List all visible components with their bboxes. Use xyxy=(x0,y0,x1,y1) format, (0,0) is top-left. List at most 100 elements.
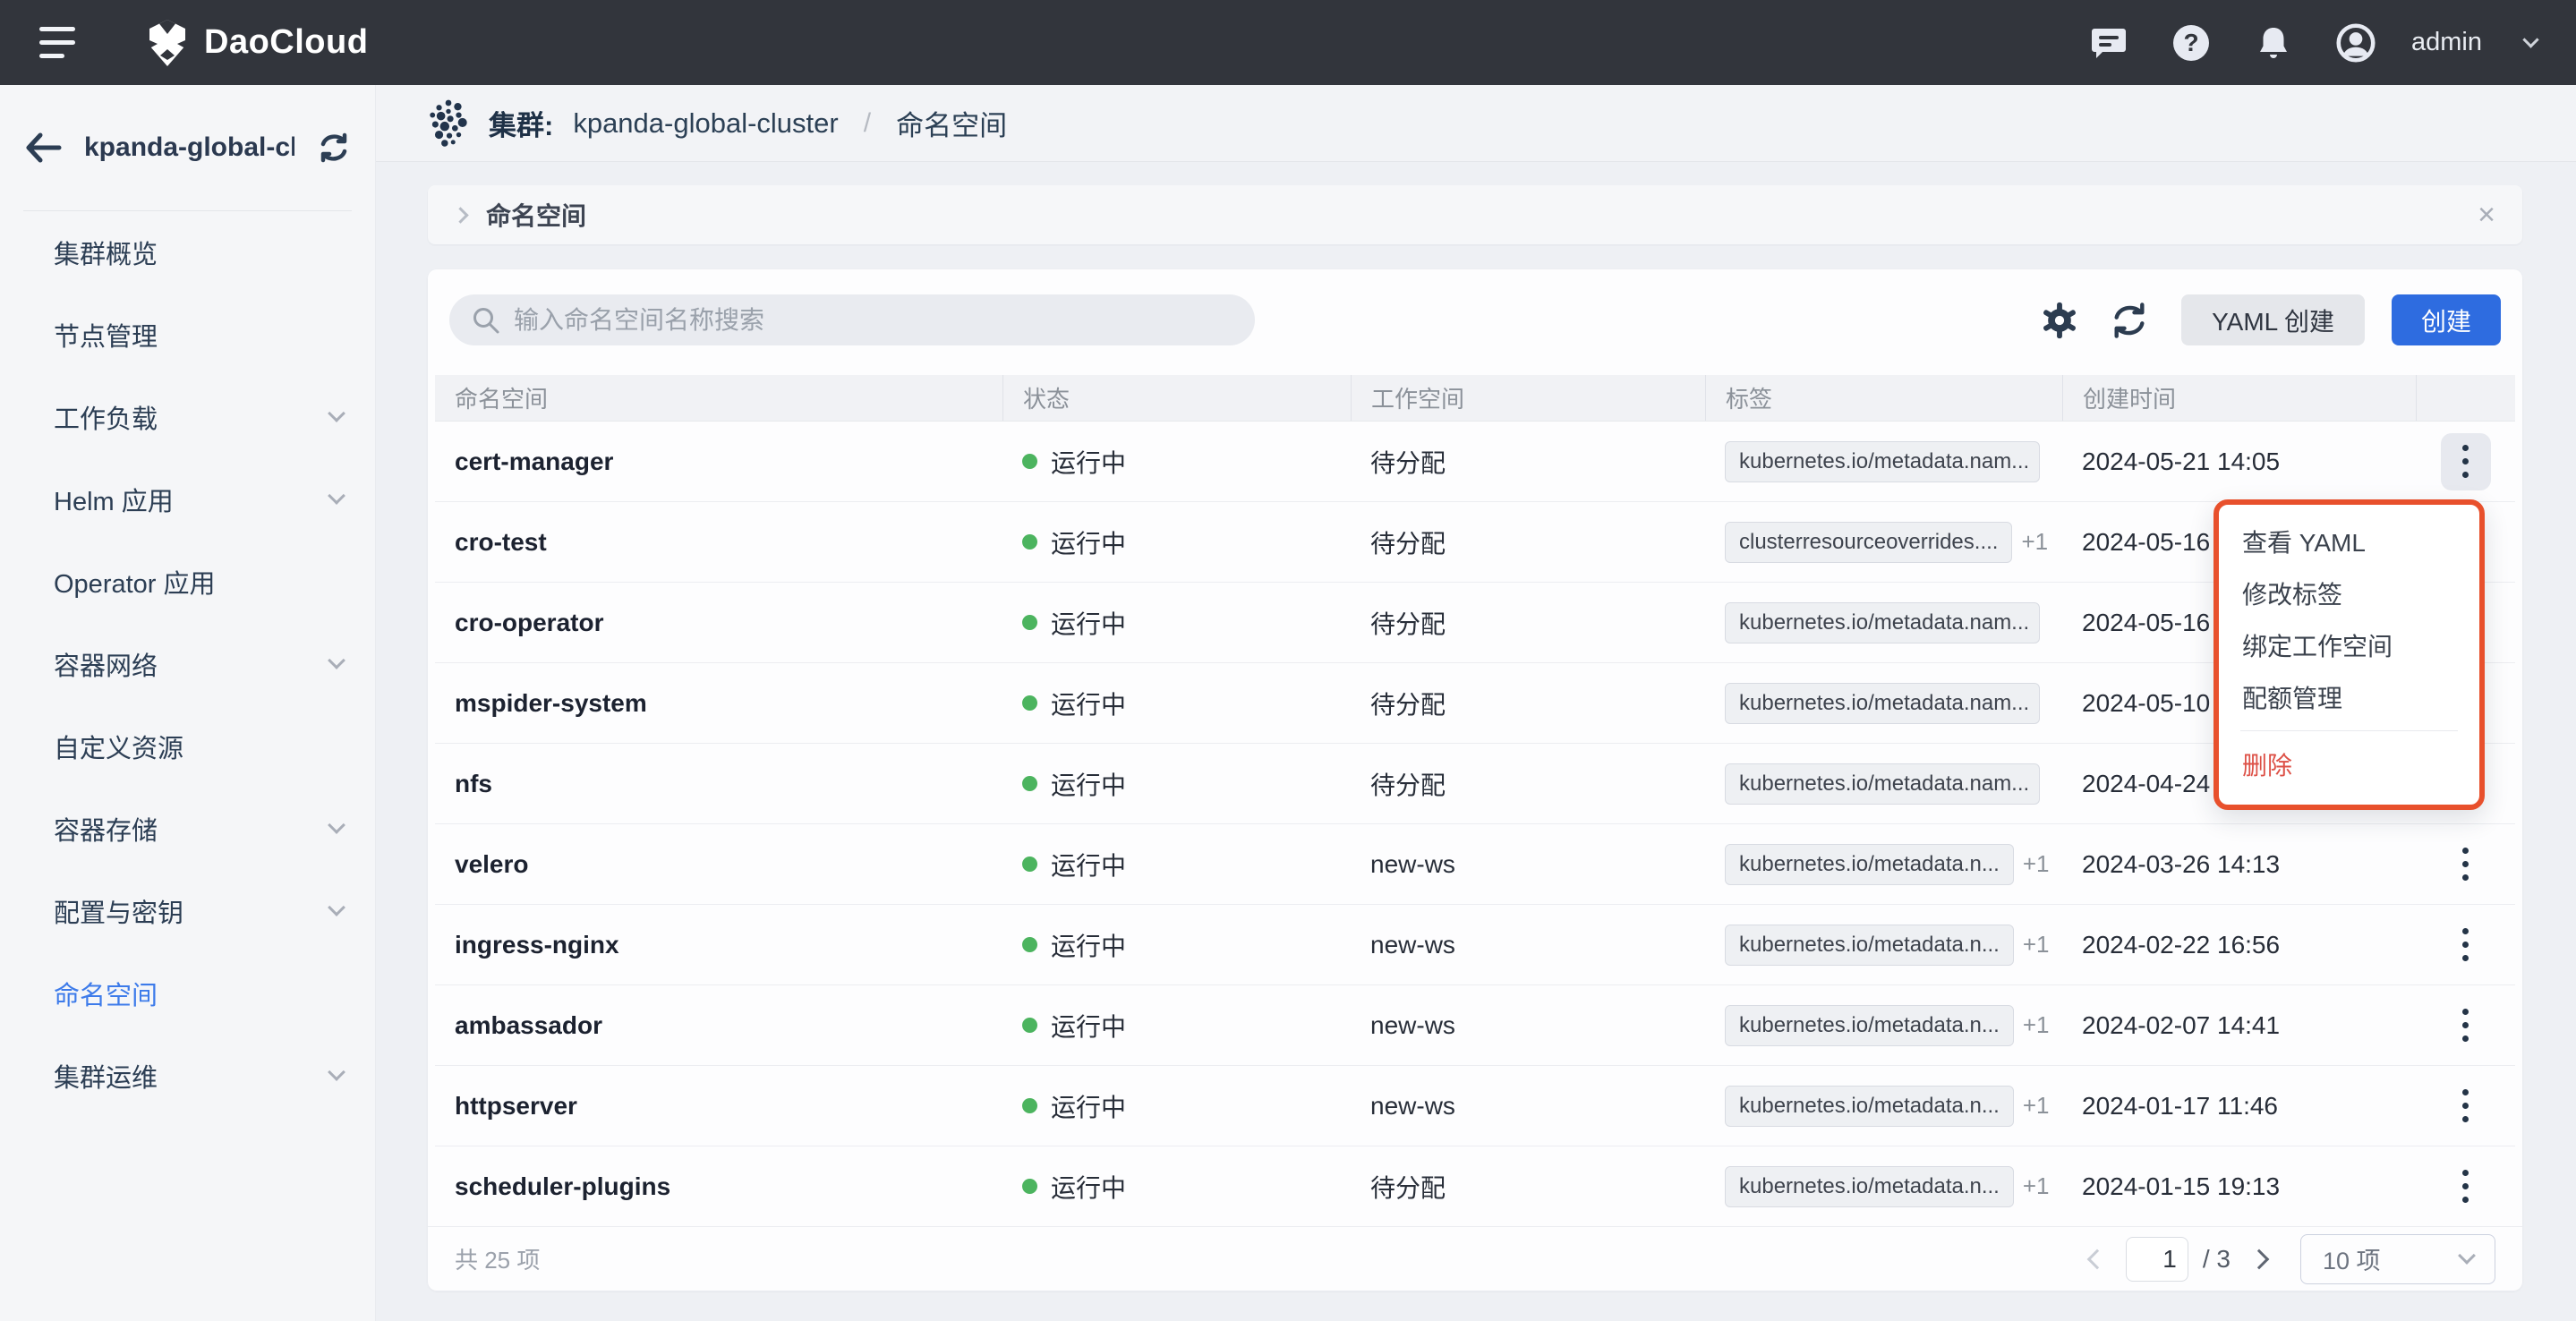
context-menu-delete-item[interactable]: 删除 xyxy=(2219,738,2479,790)
table-row: ingress-nginx 运行中 new-ws kubernetes.io/m… xyxy=(435,904,2515,984)
namespace-name[interactable]: cro-test xyxy=(455,528,547,557)
namespace-panel-header: 命名空间 × xyxy=(428,185,2522,244)
sidebar-item[interactable]: 配置与密钥 xyxy=(0,870,375,952)
row-context-menu: 查看 YAML修改标签绑定工作空间配额管理删除 xyxy=(2213,499,2485,810)
row-actions-kebab-icon[interactable] xyxy=(2441,916,2491,974)
breadcrumb-current: 命名空间 xyxy=(896,103,1007,143)
collapse-chevron-icon[interactable] xyxy=(452,207,468,223)
row-actions-kebab-icon[interactable] xyxy=(2441,997,2491,1054)
table-row: cro-operator 运行中 待分配 kubernetes.io/metad… xyxy=(435,582,2515,662)
sidebar-item[interactable]: 容器网络 xyxy=(0,623,375,705)
brand[interactable]: DaoCloud xyxy=(145,19,368,67)
back-arrow-icon[interactable] xyxy=(25,132,63,163)
sidebar-item[interactable]: 自定义资源 xyxy=(0,705,375,788)
chevron-down-icon xyxy=(328,1063,345,1081)
created-time: 2024-05-16 xyxy=(2082,609,2210,637)
workspace-text: new-ws xyxy=(1370,1011,1455,1040)
status-dot-icon xyxy=(1022,857,1037,872)
row-actions-kebab-icon[interactable] xyxy=(2441,433,2491,490)
row-actions-kebab-icon[interactable] xyxy=(2441,836,2491,893)
status-text: 运行中 xyxy=(1051,847,1126,882)
namespace-name[interactable]: ambassador xyxy=(455,1011,602,1040)
page-number-input[interactable] xyxy=(2126,1237,2188,1282)
label-chip: kubernetes.io/metadata.n... xyxy=(1725,925,2014,966)
prev-page-icon[interactable] xyxy=(2087,1249,2108,1269)
created-time: 2024-05-10 xyxy=(2082,689,2210,718)
message-icon[interactable] xyxy=(2089,23,2128,63)
namespace-name[interactable]: scheduler-plugins xyxy=(455,1172,670,1201)
label-overflow-count: +1 xyxy=(2023,1011,2050,1039)
context-menu-divider xyxy=(2240,730,2458,731)
switch-cluster-icon[interactable] xyxy=(316,132,352,164)
sidebar-item[interactable]: 集群运维 xyxy=(0,1035,375,1117)
user-menu-chevron-icon[interactable] xyxy=(2522,31,2538,47)
namespace-name[interactable]: httpserver xyxy=(455,1092,577,1121)
table-row: scheduler-plugins 运行中 待分配 kubernetes.io/… xyxy=(435,1146,2515,1226)
search-input[interactable] xyxy=(514,306,1246,335)
namespace-name[interactable]: nfs xyxy=(455,770,492,798)
workspace-text: new-ws xyxy=(1370,931,1455,959)
namespace-name[interactable]: mspider-system xyxy=(455,689,647,718)
sidebar-item[interactable]: Operator 应用 xyxy=(0,541,375,623)
status-dot-icon xyxy=(1022,534,1037,550)
sidebar-cluster-title: kpanda-global-cl... xyxy=(84,132,294,163)
create-button[interactable]: 创建 xyxy=(2392,294,2501,345)
column-header-status: 状态 xyxy=(1002,375,1351,421)
next-page-icon[interactable] xyxy=(2249,1249,2270,1269)
username[interactable]: admin xyxy=(2411,28,2482,57)
menu-toggle-icon[interactable] xyxy=(39,21,90,64)
sidebar-item[interactable]: 工作负载 xyxy=(0,376,375,458)
yaml-create-button[interactable]: YAML 创建 xyxy=(2181,294,2365,345)
context-menu-item[interactable]: 查看 YAML xyxy=(2219,516,2479,567)
column-header-namespace: 命名空间 xyxy=(435,375,1002,421)
status-dot-icon xyxy=(1022,937,1037,952)
sidebar-item[interactable]: 命名空间 xyxy=(0,952,375,1035)
table-row: velero 运行中 new-ws kubernetes.io/metadata… xyxy=(435,823,2515,904)
column-header-labels: 标签 xyxy=(1705,375,2062,421)
row-actions-kebab-icon[interactable] xyxy=(2441,1078,2491,1135)
sidebar-nav: 集群概览 节点管理 工作负载 Helm 应用 Operator 应用 容器网络 … xyxy=(0,211,375,1117)
created-time: 2024-02-07 14:41 xyxy=(2082,1011,2280,1040)
workspace-text: 待分配 xyxy=(1370,605,1446,641)
sidebar: kpanda-global-cl... 集群概览 节点管理 工作负载 Helm … xyxy=(0,85,376,1321)
row-actions-kebab-icon[interactable] xyxy=(2441,1158,2491,1215)
namespace-name[interactable]: ingress-nginx xyxy=(455,931,619,959)
avatar[interactable] xyxy=(2336,23,2376,63)
status-dot-icon xyxy=(1022,695,1037,711)
sidebar-item[interactable]: Helm 应用 xyxy=(0,458,375,541)
total-pages: / 3 xyxy=(2203,1245,2231,1274)
help-icon[interactable]: ? xyxy=(2171,23,2211,63)
status-dot-icon xyxy=(1022,454,1037,469)
refresh-icon[interactable] xyxy=(2108,299,2151,342)
sidebar-item[interactable]: 集群概览 xyxy=(0,211,375,294)
label-overflow-count: +1 xyxy=(2021,528,2048,556)
label-chip: kubernetes.io/metadata.n... xyxy=(1725,844,2014,885)
sidebar-item-label: Helm 应用 xyxy=(54,481,330,518)
label-chip: kubernetes.io/metadata.nam... xyxy=(1725,441,2040,482)
search-box xyxy=(449,294,1255,345)
namespace-name[interactable]: cert-manager xyxy=(455,447,613,476)
label-overflow-count: +1 xyxy=(2023,931,2050,959)
status-text: 运行中 xyxy=(1051,927,1126,963)
status-dot-icon xyxy=(1022,1179,1037,1194)
settings-gear-icon[interactable] xyxy=(2038,299,2081,342)
namespace-name[interactable]: velero xyxy=(455,850,529,879)
pagination: / 3 10 项 xyxy=(2090,1234,2495,1284)
context-menu-item[interactable]: 配额管理 xyxy=(2219,671,2479,723)
table-row: cro-test 运行中 待分配 clusterresourceoverride… xyxy=(435,501,2515,582)
namespace-name[interactable]: cro-operator xyxy=(455,609,603,637)
table-toolbar: YAML 创建 创建 xyxy=(428,269,2522,375)
sidebar-item-label: 配置与密钥 xyxy=(54,892,330,930)
context-menu-item[interactable]: 修改标签 xyxy=(2219,567,2479,619)
namespace-table-card: YAML 创建 创建 命名空间 状态 工作空间 标签 创建时间 cert-man… xyxy=(428,269,2522,1291)
sidebar-item[interactable]: 容器存储 xyxy=(0,788,375,870)
sidebar-item[interactable]: 节点管理 xyxy=(0,294,375,376)
notification-bell-icon[interactable] xyxy=(2254,23,2293,63)
breadcrumb-cluster-label: 集群: xyxy=(489,103,553,143)
sidebar-item-label: 命名空间 xyxy=(54,975,343,1012)
page-size-select[interactable]: 10 项 xyxy=(2300,1234,2495,1284)
context-menu-item[interactable]: 绑定工作空间 xyxy=(2219,619,2479,671)
sidebar-item-label: 容器存储 xyxy=(54,810,330,848)
created-time: 2024-04-24 xyxy=(2082,770,2210,798)
close-icon[interactable]: × xyxy=(2478,200,2495,230)
